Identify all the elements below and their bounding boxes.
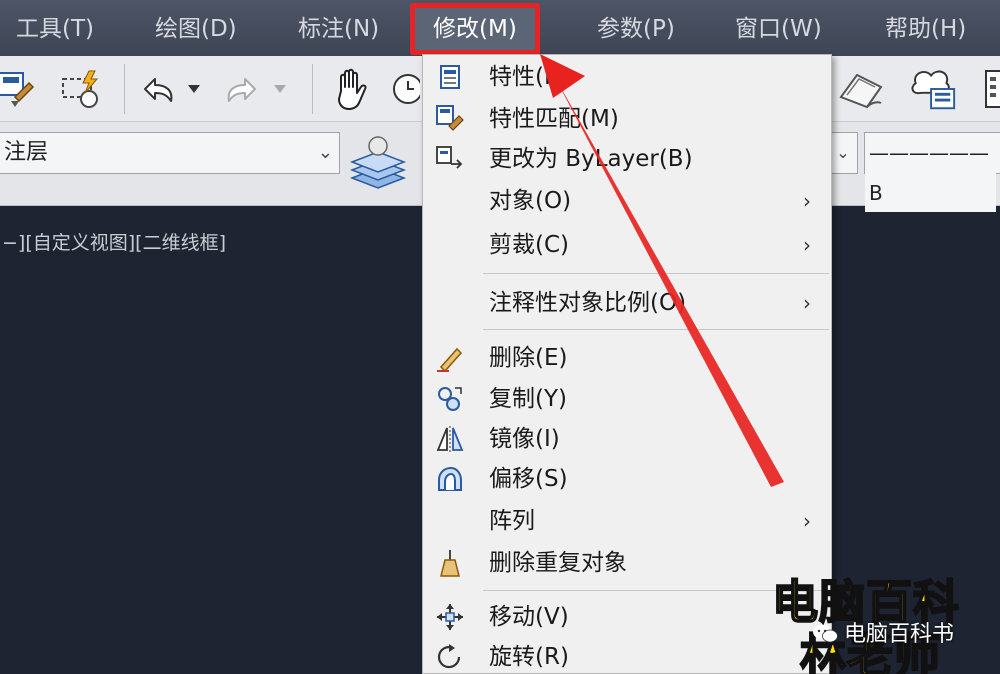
move-icon (435, 602, 465, 632)
sheet-set-icon[interactable] (836, 64, 886, 114)
delete-duplicates-icon (435, 548, 465, 578)
menu-parametric[interactable]: 参数(P) (597, 10, 675, 48)
menu-item-erase[interactable]: 删除(E) (423, 338, 831, 378)
submenu-arrow-icon: › (803, 233, 811, 257)
menu-item-annotative-object-scale[interactable]: 注释性对象比例(O) › (423, 283, 831, 323)
tool-palette-icon[interactable] (982, 64, 1000, 114)
match-properties-icon (435, 104, 465, 134)
undo-dropdown-icon[interactable] (182, 64, 206, 114)
menu-item-match-properties[interactable]: 特性匹配(M) (423, 99, 831, 139)
erase-icon (435, 343, 465, 373)
menu-item-object[interactable]: 对象(O) › (423, 181, 831, 221)
submenu-arrow-icon: › (803, 189, 811, 213)
redo-dropdown-icon[interactable] (268, 64, 292, 114)
menu-bar: 工具(T) 绘图(D) 标注(N) 修改(M) 参数(P) 窗口(W) 帮助(H… (0, 0, 1000, 56)
menu-item-delete-duplicates[interactable]: 删除重复对象 (423, 543, 831, 583)
watermark-brand-text: 电脑百科书 (844, 622, 955, 647)
menu-item-change-to-bylayer[interactable]: 更改为 ByLayer(B) (423, 139, 831, 179)
menu-item-array[interactable]: 阵列 › (423, 501, 831, 541)
linetype-dropdown-value: —————— B (865, 133, 996, 213)
copy-icon (435, 384, 465, 414)
redo-icon[interactable] (218, 64, 268, 114)
menu-separator (483, 273, 829, 274)
menu-item-clip[interactable]: 剪裁(C) › (423, 225, 831, 265)
menu-item-move[interactable]: 移动(V) (423, 597, 831, 637)
linetype-dropdown[interactable]: —————— B (864, 132, 1000, 213)
pan-hand-icon[interactable] (326, 64, 376, 114)
submenu-arrow-icon: › (803, 509, 811, 533)
rotate-icon (435, 642, 465, 672)
properties-icon (435, 62, 465, 92)
modify-menu-dropdown: 特性(P) 特性匹配(M) 更改为 ByLayer(B) 对象(O) › 剪裁(… (422, 54, 832, 674)
menu-item-copy[interactable]: 复制(Y) (423, 379, 831, 419)
menu-dimension[interactable]: 标注(N) (298, 10, 379, 48)
layer-dropdown-value: 注层 (4, 140, 49, 165)
menu-item-offset[interactable]: 偏移(S) (423, 459, 831, 499)
layer-dropdown[interactable]: 注层 ⌄ (0, 132, 340, 174)
offset-icon (435, 464, 465, 494)
menu-item-rotate[interactable]: 旋转(R) (423, 637, 831, 674)
menu-item-mirror[interactable]: 镜像(I) (423, 419, 831, 459)
menu-draw[interactable]: 绘图(D) (155, 10, 237, 48)
viewport-controls-label[interactable]: −][自定义视图][二维线框] (2, 228, 226, 255)
wechat-logo-icon (812, 624, 838, 644)
match-properties-tool-icon[interactable] (0, 64, 40, 114)
markup-set-icon[interactable] (908, 64, 958, 114)
zoom-realtime-icon[interactable] (384, 64, 420, 114)
menu-modify[interactable]: 修改(M) (410, 3, 540, 55)
menu-window[interactable]: 窗口(W) (735, 10, 822, 48)
chevron-down-icon: ⌄ (317, 142, 333, 163)
menu-separator (483, 329, 829, 330)
menu-tools[interactable]: 工具(T) (16, 10, 94, 48)
quick-select-icon[interactable] (56, 64, 106, 114)
menu-help[interactable]: 帮助(H) (885, 10, 966, 48)
change-to-bylayer-icon (435, 144, 465, 174)
undo-icon[interactable] (132, 64, 182, 114)
color-dropdown-chevron-icon[interactable]: ⌄ (828, 132, 858, 174)
menu-item-properties[interactable]: 特性(P) (423, 57, 831, 97)
watermark-brand: 电脑百科书 (812, 616, 954, 648)
mirror-icon (435, 424, 465, 454)
submenu-arrow-icon: › (803, 291, 811, 315)
layer-properties-icon[interactable] (348, 130, 408, 194)
